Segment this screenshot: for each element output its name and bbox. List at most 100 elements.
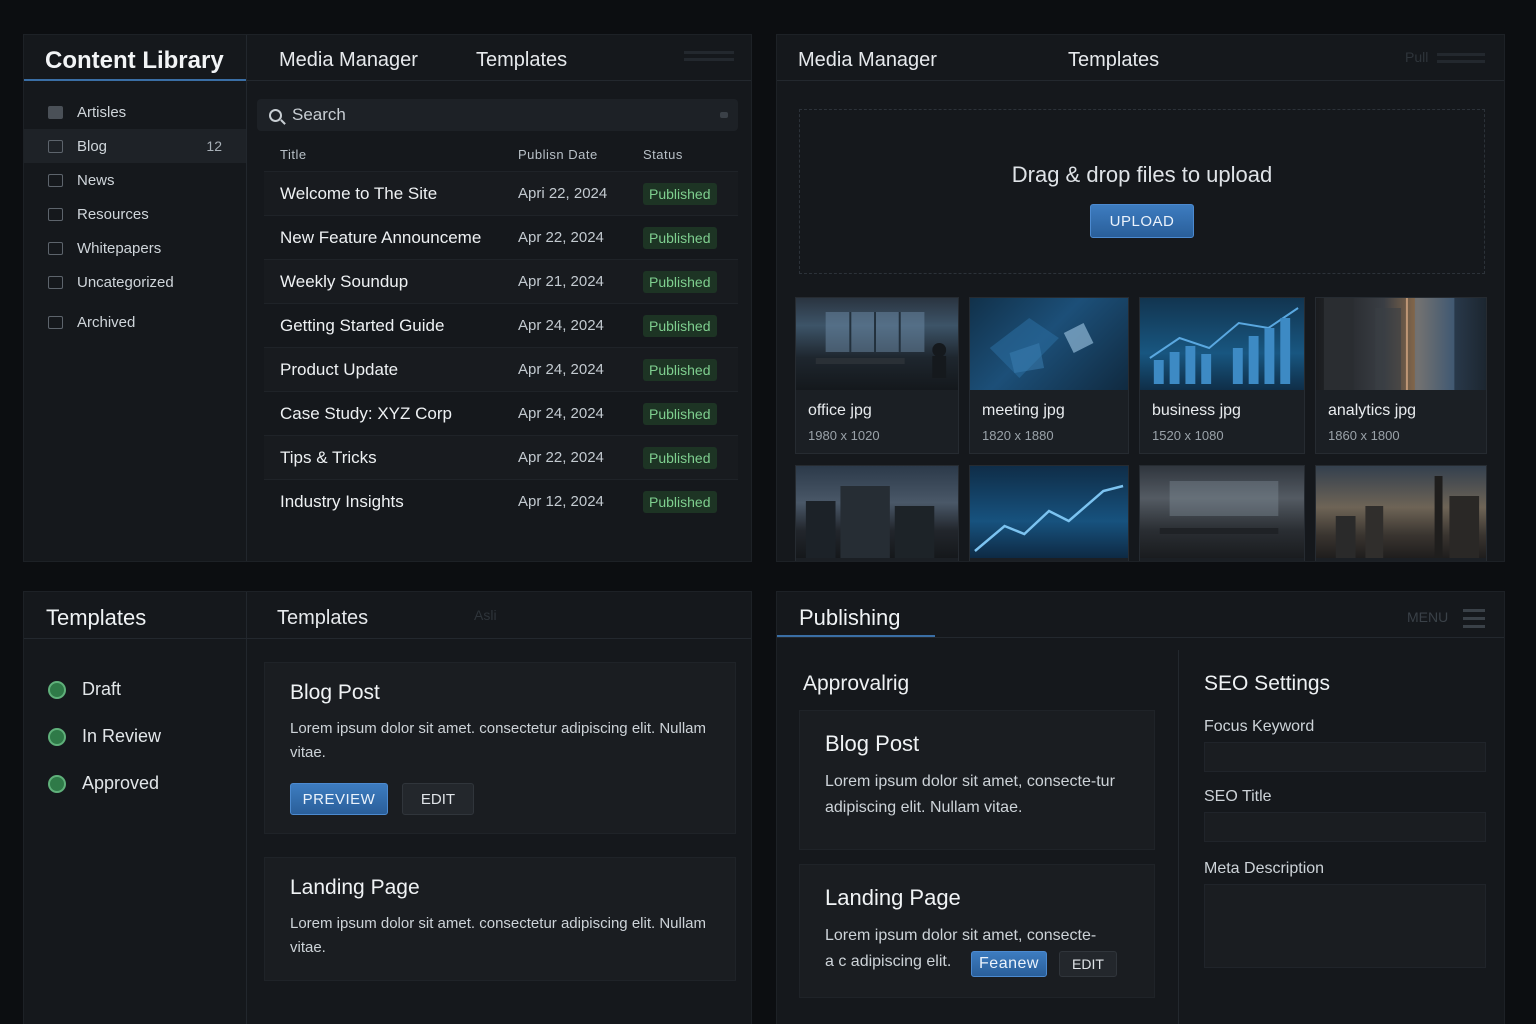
- status-item-draft[interactable]: Draft: [48, 666, 161, 713]
- line-chart-photo-icon: [970, 466, 1128, 558]
- category-label: Whitepapers: [77, 239, 162, 257]
- category-checkbox[interactable]: [48, 275, 63, 289]
- template-card-title: Landing Page: [290, 876, 420, 899]
- preview-button[interactable]: Feanew: [971, 951, 1047, 977]
- tab-templates[interactable]: Templates: [1068, 49, 1159, 72]
- preview-button[interactable]: PREVIEW: [290, 783, 388, 815]
- table-row[interactable]: Getting Started Guide Apr 24, 2024 Publish…: [264, 303, 738, 347]
- table-row[interactable]: Industry Insights Apr 12, 2024 Published: [264, 479, 738, 523]
- category-item-uncategorized[interactable]: Uncategorized: [24, 265, 246, 299]
- edit-button[interactable]: EDIT: [1059, 951, 1117, 977]
- library-sidebar: Content Library Artisles Blog 12 News Re…: [24, 35, 247, 561]
- table-row[interactable]: Weekly Soundup Apr 21, 2024 Published: [264, 259, 738, 303]
- category-item-news[interactable]: News: [24, 163, 246, 197]
- template-card-blog-post[interactable]: Blog Post Lorem ipsum dolor sit amet. co…: [264, 662, 736, 834]
- media-tile-office-room[interactable]: [1139, 465, 1305, 561]
- upload-dropzone[interactable]: Drag & drop files to upload UPLOAD: [799, 109, 1485, 274]
- tab-media-manager[interactable]: Media Manager: [279, 49, 418, 72]
- menu-label[interactable]: MENU: [1407, 609, 1448, 625]
- row-date: Apr 24, 2024: [518, 317, 604, 334]
- column-header-date[interactable]: Publisn Date: [502, 147, 635, 162]
- library-title: Content Library: [45, 47, 224, 74]
- meeting-photo-icon: [970, 298, 1128, 390]
- table-row[interactable]: Welcome to The Site Apri 22, 2024 Publishe…: [264, 171, 738, 215]
- content-library-panel: Content Library Artisles Blog 12 News Re…: [23, 34, 752, 562]
- media-tile-city-skyline[interactable]: [1315, 465, 1487, 561]
- business-chart-photo-icon: [1140, 298, 1304, 390]
- category-item-whitepapers[interactable]: Whitepapers: [24, 231, 246, 265]
- row-title[interactable]: Industry Insights: [264, 492, 502, 512]
- row-status-cell: Published: [635, 314, 738, 337]
- category-checkbox[interactable]: [48, 241, 63, 255]
- tab-media-manager[interactable]: Media Manager: [798, 49, 937, 72]
- media-manager-panel: Media Manager Templates Pull Drag & drop…: [776, 34, 1505, 562]
- edit-button[interactable]: EDIT: [402, 783, 474, 815]
- tab-templates[interactable]: Templates: [476, 49, 567, 72]
- category-checkbox[interactable]: [48, 105, 63, 119]
- row-status-cell: Published: [635, 358, 738, 381]
- approval-card-body-line: Lorem ipsum dolor sit amet, consecte-: [825, 927, 1097, 944]
- row-date: Apr 22, 2024: [518, 229, 604, 246]
- row-title[interactable]: Weekly Soundup: [264, 272, 502, 292]
- category-checkbox[interactable]: [48, 207, 63, 221]
- approval-card-blog-post[interactable]: Blog Post Lorem ipsum dolor sit amet, co…: [799, 710, 1155, 850]
- status-item-in-review[interactable]: In Review: [48, 713, 161, 760]
- column-header-status[interactable]: Status: [635, 147, 738, 162]
- category-item-articles[interactable]: Artisles: [24, 95, 246, 129]
- status-item-approved[interactable]: Approved: [48, 760, 161, 807]
- status-badge: Published: [643, 182, 717, 205]
- category-item-resources[interactable]: Resources: [24, 197, 246, 231]
- row-date: Apr 22, 2024: [518, 449, 604, 466]
- header-divider: [777, 80, 1504, 81]
- search-input[interactable]: Search: [257, 99, 738, 131]
- row-title[interactable]: Getting Started Guide: [264, 316, 502, 336]
- row-title[interactable]: Product Update: [264, 360, 502, 380]
- category-item-archived[interactable]: Archived: [24, 305, 246, 339]
- upload-button[interactable]: UPLOAD: [1090, 204, 1194, 238]
- category-list: Artisles Blog 12 News Resources Whitepap…: [24, 95, 246, 339]
- file-name: office jpg: [808, 402, 872, 419]
- category-checkbox[interactable]: [48, 315, 63, 329]
- media-tile-meeting[interactable]: meeting jpg 1820 x 1880: [969, 297, 1129, 454]
- media-tile-line-chart[interactable]: [969, 465, 1129, 561]
- category-checkbox[interactable]: [48, 173, 63, 187]
- header-divider: [247, 80, 751, 81]
- media-tile-business[interactable]: business jpg 1520 x 1080: [1139, 297, 1305, 454]
- table-row[interactable]: Product Update Apr 24, 2024 Published: [264, 347, 738, 391]
- search-options-icon[interactable]: [720, 112, 728, 118]
- media-tile-city-buildings[interactable]: [795, 465, 959, 561]
- template-card-landing-page[interactable]: Landing Page Lorem ipsum dolor sit amet.…: [264, 857, 736, 981]
- city-skyline-photo-icon: [1316, 466, 1486, 558]
- seo-settings-title: SEO Settings: [1204, 672, 1331, 695]
- category-label: Uncategorized: [77, 273, 174, 291]
- publishing-title[interactable]: Publishing: [799, 605, 901, 631]
- hamburger-menu-icon[interactable]: [1463, 609, 1485, 633]
- row-title[interactable]: Welcome to The Site: [264, 184, 502, 204]
- approval-card-landing-page[interactable]: Landing Page Lorem ipsum dolor sit amet,…: [799, 864, 1155, 998]
- status-filter-list: Draft In Review Approved: [48, 666, 161, 807]
- dropzone-text: Drag & drop files to upload: [1011, 162, 1273, 187]
- category-checkbox[interactable]: [48, 139, 63, 153]
- toolbar-faint-label: Pull: [1405, 49, 1429, 65]
- approval-title: Approvalrig: [803, 672, 910, 695]
- focus-keyword-label: Focus Keyword: [1204, 718, 1315, 735]
- table-row[interactable]: Case Study: XYZ Corp Apr 24, 2024 Publishe…: [264, 391, 738, 435]
- table-row[interactable]: New Feature Announceme Apr 22, 2024 Publis…: [264, 215, 738, 259]
- row-title[interactable]: New Feature Announceme: [264, 228, 502, 248]
- category-item-blog[interactable]: Blog 12: [24, 129, 246, 163]
- file-name: meeting jpg: [982, 402, 1065, 419]
- media-tile-analytics[interactable]: analytics jpg 1860 x 1800: [1315, 297, 1487, 454]
- media-tile-office[interactable]: office jpg 1980 x 1020: [795, 297, 959, 454]
- row-date: Apr 24, 2024: [518, 405, 604, 422]
- row-title[interactable]: Case Study: XYZ Corp: [264, 404, 502, 424]
- seo-title-input[interactable]: [1204, 812, 1486, 842]
- template-card-actions: PREVIEW EDIT: [290, 783, 474, 815]
- focus-keyword-input[interactable]: [1204, 742, 1486, 772]
- status-dot-icon: [48, 774, 66, 793]
- row-title[interactable]: Tips & Tricks: [264, 448, 502, 468]
- column-header-title[interactable]: Title: [264, 147, 502, 162]
- row-status-cell: Published: [635, 270, 738, 293]
- meta-description-textarea[interactable]: [1204, 884, 1486, 968]
- table-row[interactable]: Tips & Tricks Apr 22, 2024 Published: [264, 435, 738, 479]
- status-badge: Published: [643, 446, 717, 469]
